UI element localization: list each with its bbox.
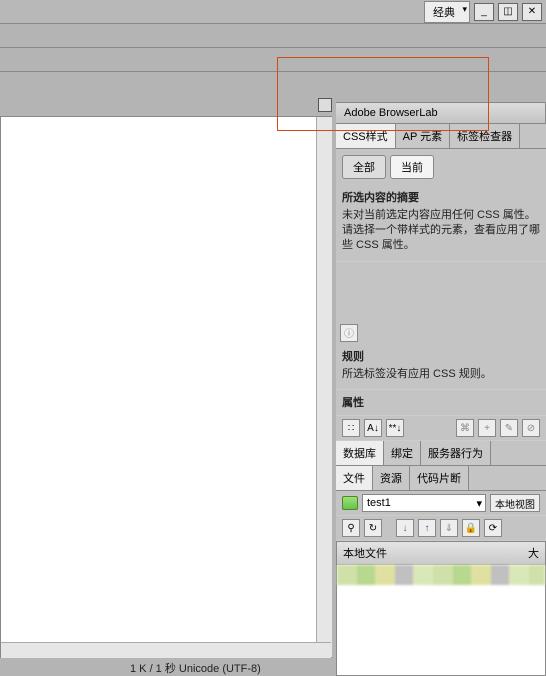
checkin-icon[interactable]: 🔒 — [462, 519, 480, 537]
props-category-icon[interactable]: ∷ — [342, 419, 360, 437]
tab-database[interactable]: 数据库 — [336, 441, 384, 465]
props-az-icon[interactable]: A↓ — [364, 419, 382, 437]
files-col-local: 本地文件 — [343, 545, 528, 561]
summary-empty — [336, 262, 546, 322]
summary-section: 所选内容的摘要 未对当前选定内容应用任何 CSS 属性。 请选择一个带样式的元素… — [336, 185, 546, 262]
maximize-button[interactable]: ◫ — [498, 3, 518, 21]
props-delete-icon[interactable]: ⊘ — [522, 419, 540, 437]
minimize-button[interactable]: _ — [474, 3, 494, 21]
get-icon[interactable]: ↓ — [396, 519, 414, 537]
tab-ap-elements[interactable]: AP 元素 — [396, 124, 451, 148]
workspace-label: 经典 — [433, 7, 455, 19]
site-folder-icon — [342, 496, 358, 510]
sync-icon[interactable]: ⟳ — [484, 519, 502, 537]
files-col-size: 大 — [528, 545, 539, 561]
tab-server-behaviors[interactable]: 服务器行为 — [421, 441, 491, 465]
summary-title: 所选内容的摘要 — [342, 189, 540, 205]
workspace-switcher[interactable]: 经典 — [424, 1, 470, 23]
tab-assets[interactable]: 资源 — [373, 466, 410, 490]
props-title: 属性 — [342, 394, 540, 410]
tab-snippets[interactable]: 代码片断 — [410, 466, 469, 490]
view-button[interactable]: 本地视图 — [490, 494, 540, 512]
summary-body-1: 未对当前选定内容应用任何 CSS 属性。 — [342, 208, 540, 223]
pill-current[interactable]: 当前 — [390, 155, 434, 179]
props-edit-icon[interactable]: ✎ — [500, 419, 518, 437]
document-canvas[interactable] — [0, 116, 332, 658]
file-row-obscured — [337, 565, 545, 585]
summary-body-2: 请选择一个带样式的元素，查看应用了哪些 CSS 属性。 — [342, 223, 540, 253]
browserlab-panel-header[interactable]: Adobe BrowserLab — [336, 102, 546, 124]
pill-all[interactable]: 全部 — [342, 155, 386, 179]
put-icon[interactable]: ↑ — [418, 519, 436, 537]
rules-section: 规则 所选标签没有应用 CSS 规则。 — [336, 344, 546, 391]
rules-body: 所选标签没有应用 CSS 规则。 — [342, 367, 540, 382]
status-bar: 1 K / 1 秒 Unicode (UTF-8) — [0, 658, 336, 676]
close-button[interactable]: ✕ — [522, 3, 542, 21]
connect-icon[interactable]: ⚲ — [342, 519, 360, 537]
refresh-icon[interactable]: ↻ — [364, 519, 382, 537]
props-set-icon[interactable]: **↓ — [386, 419, 404, 437]
rules-title: 规则 — [342, 348, 540, 364]
checkout-icon[interactable]: ⇓ — [440, 519, 458, 537]
props-add-icon[interactable]: + — [478, 419, 496, 437]
tab-tag-inspector[interactable]: 标签检查器 — [450, 124, 520, 148]
props-link-icon[interactable]: ⌘ — [456, 419, 474, 437]
tab-files[interactable]: 文件 — [336, 466, 373, 490]
rule-info-icon[interactable]: ⓘ — [340, 324, 358, 342]
panel-gap — [336, 72, 546, 102]
site-name: test1 — [367, 497, 391, 509]
panel-menu-icon[interactable] — [318, 98, 332, 112]
tab-bindings[interactable]: 绑定 — [384, 441, 421, 465]
vertical-scrollbar[interactable] — [316, 117, 332, 657]
menubar-row — [0, 24, 546, 48]
tab-css-styles[interactable]: CSS样式 — [336, 124, 396, 148]
site-dropdown[interactable]: test1 — [362, 494, 486, 512]
horizontal-scrollbar[interactable] — [1, 642, 331, 658]
toolbar-row — [0, 48, 546, 72]
files-panel[interactable]: 本地文件 大 — [336, 541, 546, 676]
